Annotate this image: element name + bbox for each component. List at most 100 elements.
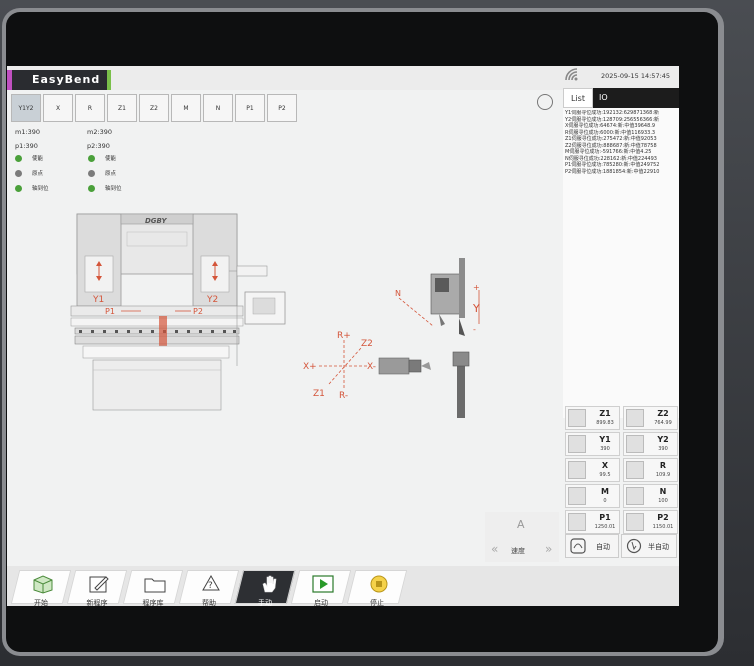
nav-start-cycle-label: 启动 — [314, 599, 328, 606]
auto-mode-button[interactable]: 自动 — [565, 534, 619, 558]
hmi-screen: EasyBend 2025-09-15 14:57:45 Y1Y2 X R Z1… — [7, 66, 679, 606]
axis-r-plus: R+ — [337, 331, 351, 341]
axis-cell-z1[interactable]: Z1 899.83 — [565, 406, 620, 430]
svg-text:?: ? — [208, 581, 213, 591]
tab-list[interactable]: List — [563, 88, 593, 108]
status-row-inpos-right: 轴到位 — [88, 184, 122, 192]
axis-cell-y1[interactable]: Y1 390 — [565, 432, 620, 456]
play-icon — [312, 575, 334, 593]
tab-p2[interactable]: P2 — [267, 94, 297, 122]
axis-value: 390 — [600, 446, 610, 452]
axis-cell-p1[interactable]: P1 1250.01 — [565, 510, 620, 534]
diagram-label-p2: P2 — [193, 307, 203, 316]
log-list: Y1伺服寻位成功:192132:629871368:新 Y2伺服寻位成功:128… — [565, 110, 677, 175]
refresh-icon[interactable] — [537, 94, 553, 110]
status-row-origin-right: 原点 — [88, 169, 116, 177]
help-icon: ? — [202, 574, 220, 591]
axis-cell-r[interactable]: R 109.9 — [623, 458, 678, 482]
tab-m[interactable]: M — [171, 94, 201, 122]
axis-x-minus: X- — [367, 362, 376, 372]
tab-y1y2[interactable]: Y1Y2 — [11, 94, 41, 122]
speed-label: 速度 — [511, 547, 525, 555]
axis-cell-n[interactable]: N 100 — [623, 484, 678, 508]
axis-value: 899.83 — [596, 420, 614, 426]
axis-value: 99.5 — [599, 472, 611, 478]
auto-mode-label: 自动 — [596, 543, 610, 551]
axis-value: 390 — [658, 446, 668, 452]
status-row-enable-left: 使能 — [15, 154, 43, 162]
axis-cell-x[interactable]: X 99.5 — [565, 458, 620, 482]
axis-label: R — [659, 461, 667, 470]
axis-label: N — [659, 487, 667, 496]
n-axis-icon — [626, 487, 644, 505]
axis-r-minus: R- — [339, 391, 348, 401]
led-icon — [88, 184, 95, 192]
tab-z1[interactable]: Z1 — [107, 94, 137, 122]
axis-x-plus: X+ — [303, 362, 317, 372]
box-icon — [33, 575, 53, 594]
brand-accent-bar — [107, 70, 111, 90]
nav-new-program-label: 新程序 — [86, 599, 108, 606]
status-label: 原点 — [105, 171, 117, 177]
svg-text:DGBY: DGBY — [145, 217, 168, 225]
axis-diagram: X+ X- R+ R- Z2 Z1 N + Y - — [303, 258, 480, 418]
axis-label: Z1 — [599, 409, 611, 418]
right-panel: List IO Y1伺服寻位成功:192132:629871368:新 Y2伺服… — [563, 88, 679, 418]
edit-icon — [89, 576, 109, 593]
axis-label: X — [601, 461, 609, 470]
hand-icon — [262, 575, 277, 593]
param-m1: m1:390 — [15, 128, 41, 136]
axis-value: 100 — [658, 498, 668, 504]
nav-start-label: 开始 — [34, 599, 48, 606]
status-label: 使能 — [32, 156, 44, 162]
status-label: 轴到位 — [105, 186, 122, 192]
tab-r[interactable]: R — [75, 94, 105, 122]
semi-auto-icon — [626, 538, 642, 554]
diagram-label-y1: Y1 — [92, 295, 104, 305]
axis-cell-m[interactable]: M0 — [565, 484, 620, 508]
log-entry: P2伺服寻位成功:1881854:新:中值22910 — [565, 168, 660, 175]
stop-icon — [370, 575, 388, 593]
axis-label: Y2 — [657, 435, 669, 444]
r-axis-icon — [626, 461, 644, 479]
semi-auto-mode-button[interactable]: 半自动 — [621, 534, 677, 558]
tab-p1[interactable]: P1 — [235, 94, 265, 122]
led-icon — [15, 154, 22, 162]
datetime: 2025-09-15 14:57:45 — [601, 72, 671, 80]
tab-x[interactable]: X — [43, 94, 73, 122]
signal-icon — [565, 68, 578, 81]
led-icon — [15, 169, 22, 177]
param-p2: p2:390 — [87, 142, 110, 150]
axis-label: Y1 — [599, 435, 611, 444]
status-label: 轴到位 — [32, 186, 49, 192]
axis-cell-p2[interactable]: P2 1150.01 — [623, 510, 678, 534]
status-row-enable-right: 使能 — [88, 154, 116, 162]
axis-value: 109.9 — [655, 472, 671, 478]
axis-cell-z2[interactable]: Z2 764.99 — [623, 406, 678, 430]
status-label: 使能 — [105, 156, 117, 162]
axis-z2: Z2 — [361, 339, 373, 349]
axis-n: N — [395, 289, 401, 298]
title-bar: EasyBend 2025-09-15 14:57:45 — [7, 66, 679, 90]
speed-down-icon[interactable]: « — [491, 542, 498, 556]
tab-z2[interactable]: Z2 — [139, 94, 169, 122]
right-panel-tabs: List IO — [563, 88, 679, 108]
param-m2: m2:390 — [87, 128, 113, 136]
axis-cell-y2[interactable]: Y2 390 — [623, 432, 678, 456]
led-icon — [15, 184, 22, 192]
p1-axis-icon — [568, 513, 586, 531]
param-p1: p1:390 — [15, 142, 38, 150]
z2-axis-icon — [626, 409, 644, 427]
led-icon — [88, 154, 95, 162]
axis-value: 764.99 — [654, 420, 672, 426]
folder-icon — [144, 578, 166, 593]
axis-z1: Z1 — [313, 389, 325, 399]
speed-up-icon[interactable]: A — [517, 518, 525, 531]
tab-io[interactable]: IO — [593, 88, 679, 108]
nav-help-label: 帮助 — [202, 599, 216, 606]
status-row-inpos-left: 轴到位 — [15, 184, 49, 192]
nav-program-library-label: 程序库 — [142, 599, 164, 606]
auto-icon — [570, 538, 586, 554]
tab-n[interactable]: N — [203, 94, 233, 122]
speed-increase-icon[interactable]: » — [545, 542, 552, 556]
